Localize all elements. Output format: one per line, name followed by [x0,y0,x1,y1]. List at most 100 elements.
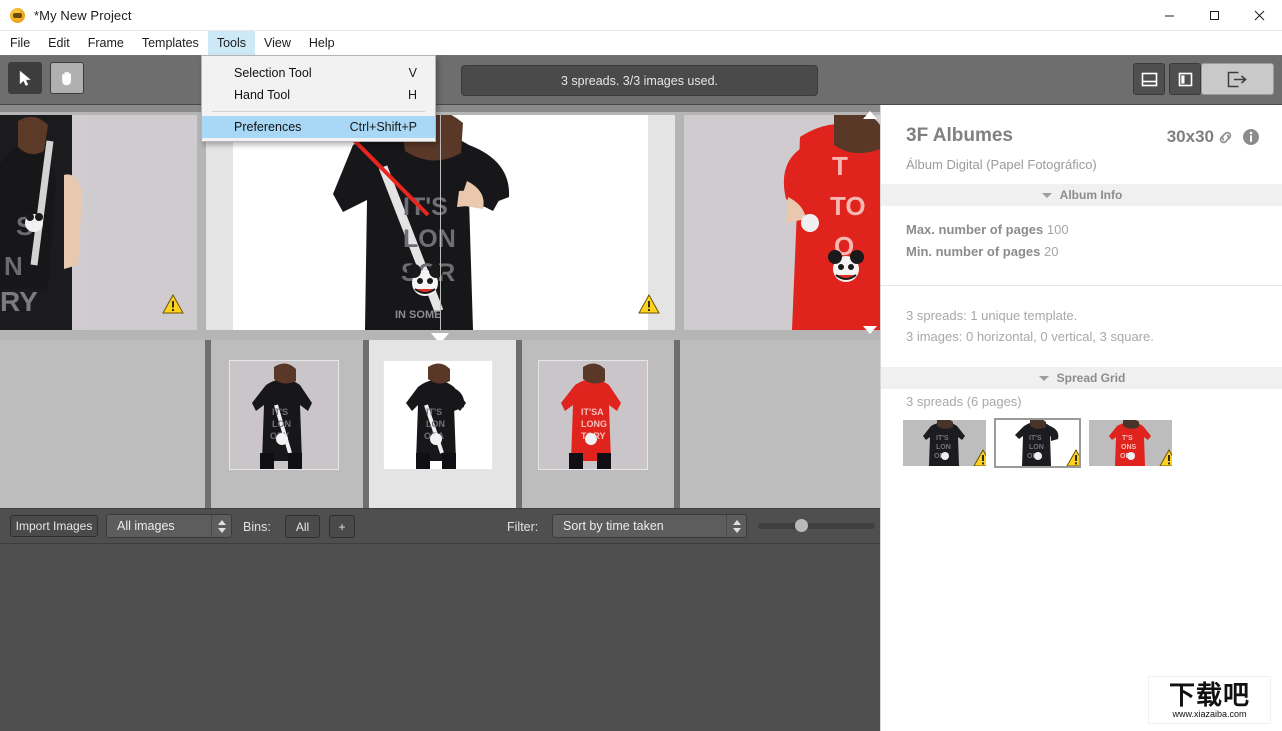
hand-tool-button[interactable] [50,62,84,94]
app-logo-icon [10,8,25,23]
svg-text:LONG: LONG [581,419,607,429]
svg-text:IN SOME: IN SOME [395,309,441,321]
title-bar: *My New Project [0,0,1282,31]
album-title: 3F Albumes [906,125,1013,147]
info-icon[interactable] [1242,128,1260,151]
svg-text:IT'S: IT'S [403,193,448,221]
strip-thumb-3: IT'S LON ORA [383,360,493,470]
zoom-slider-knob[interactable] [795,519,808,532]
menu-edit[interactable]: Edit [39,31,79,55]
spread-grid-label: Spread Grid [1057,371,1126,385]
image-filter-spinner-icon[interactable] [211,515,231,537]
menu-tools[interactable]: Tools [208,31,255,55]
svg-text:T: T [832,151,848,181]
application-window: *My New Project File Edit Frame Template… [0,0,1282,731]
spread-grid-section-header[interactable]: Spread Grid [881,367,1282,389]
spread-center-selected[interactable]: IT'S LON SOR IN SOME [206,115,675,330]
menu-item-preferences[interactable]: Preferences Ctrl+Shift+P [202,116,435,138]
svg-text:IT'S: IT'S [936,435,949,442]
strip-thumb-2: IT'S LON ORY [229,360,339,470]
svg-text:ONS: ONS [1121,444,1137,451]
minimize-button[interactable] [1147,0,1192,31]
warning-icon-grid-3[interactable] [1159,449,1172,466]
link-icon[interactable] [1217,129,1234,151]
spread-grid-thumb-3[interactable]: T'S ONS ORY [1089,420,1172,466]
menu-file[interactable]: File [0,31,39,55]
svg-text:LON: LON [426,419,445,429]
spread-grid-thumb-2[interactable]: IT'S LON ORA [996,420,1079,466]
min-pages-label: Min. number of pages [906,244,1040,259]
cursor-arrow-icon [18,70,33,87]
menu-frame[interactable]: Frame [79,31,133,55]
image-tray[interactable] [0,544,880,731]
max-pages-label: Max. number of pages [906,222,1043,237]
tools-dropdown-menu[interactable]: Selection Tool V Hand Tool H Preferences… [201,55,436,142]
svg-text:LON: LON [1029,444,1044,451]
menu-view[interactable]: View [255,31,300,55]
spread-right-partial[interactable]: T TO O [684,115,880,330]
canvas-scroll-up-arrow[interactable] [863,111,877,119]
max-pages-row: Max. number of pages 100 [906,222,1069,237]
warning-icon-grid-1[interactable] [973,449,986,466]
import-images-button[interactable]: Import Images [10,515,98,537]
status-text: 3 spreads. 3/3 images used. [561,74,718,88]
warning-icon-grid-2[interactable] [1066,449,1079,466]
strip-spread-3[interactable]: IT'S LON ORA [369,340,516,508]
image-filter-value: All images [107,519,211,533]
hand-icon [58,69,76,87]
single-page-view-button[interactable] [1133,63,1165,95]
maximize-button[interactable] [1192,0,1237,31]
menu-item-hand-tool[interactable]: Hand Tool H [202,84,435,106]
spread-left-partial[interactable]: S N RY [0,115,197,330]
panel-divider [881,285,1282,286]
zoom-slider-track[interactable] [758,523,875,529]
strip-spread-2[interactable]: IT'S LON ORY [211,340,363,508]
album-properties-panel: 3F Albumes 30x30 Álbum Digital (Papel Fo… [880,105,1282,731]
strip-spread-4[interactable]: IT'SA LONG TORY [522,340,674,508]
menu-templates[interactable]: Templates [133,31,208,55]
export-icon [1227,71,1248,88]
album-info-section-header[interactable]: Album Info [881,184,1282,206]
spread-view-button[interactable] [1169,63,1201,95]
spread-grid-count: 3 spreads (6 pages) [906,394,1022,409]
svg-text:RY: RY [0,286,38,317]
close-button[interactable] [1237,0,1282,31]
spread-thumbnail-strip[interactable]: IT'S LON ORY IT'S LON ORA [0,340,880,508]
sort-spinner-icon[interactable] [726,515,746,537]
max-pages-value: 100 [1047,222,1069,237]
svg-text:IT'S: IT'S [426,407,442,417]
image-filter-select[interactable]: All images [106,514,232,538]
spread-grid-thumb-1[interactable]: IT'S LON ORY [903,420,986,466]
bins-all-button[interactable]: All [285,515,320,538]
canvas-top-gutter [0,105,880,112]
warning-icon-left[interactable] [162,294,184,314]
bins-add-button[interactable]: + [329,515,355,538]
svg-text:IT'S: IT'S [1029,435,1042,442]
strip-spread-1[interactable] [0,340,205,508]
hand-tool-shortcut: H [408,88,417,102]
watermark-glyph: 下载吧 [1169,682,1250,708]
min-pages-row: Min. number of pages 20 [906,244,1058,259]
chevron-down-icon-album-info [1042,193,1052,198]
preferences-shortcut: Ctrl+Shift+P [350,120,417,134]
svg-text:IT'SA: IT'SA [581,407,604,417]
dropdown-separator [212,111,425,112]
spread-canvas[interactable]: S N RY [0,105,880,340]
status-bar: 3 spreads. 3/3 images used. [461,65,818,96]
menu-help[interactable]: Help [300,31,344,55]
strip-spread-5[interactable] [680,340,880,508]
spread-fold-line [440,115,441,330]
canvas-scroll-down-arrow[interactable] [863,326,877,334]
svg-text:LON: LON [936,444,951,451]
watermark-url: www.xiazaiba.com [1172,709,1246,719]
warning-icon-center[interactable] [638,294,660,314]
selection-tool-button[interactable] [8,62,42,94]
min-pages-value: 20 [1044,244,1058,259]
export-button[interactable] [1201,63,1274,95]
window-title: *My New Project [34,8,132,23]
album-size: 30x30 [1167,127,1214,147]
menu-item-selection-tool[interactable]: Selection Tool V [202,62,435,84]
window-controls [1147,0,1282,31]
sort-select[interactable]: Sort by time taken [552,514,747,538]
menu-bar: File Edit Frame Templates Tools View Hel… [0,31,1282,55]
